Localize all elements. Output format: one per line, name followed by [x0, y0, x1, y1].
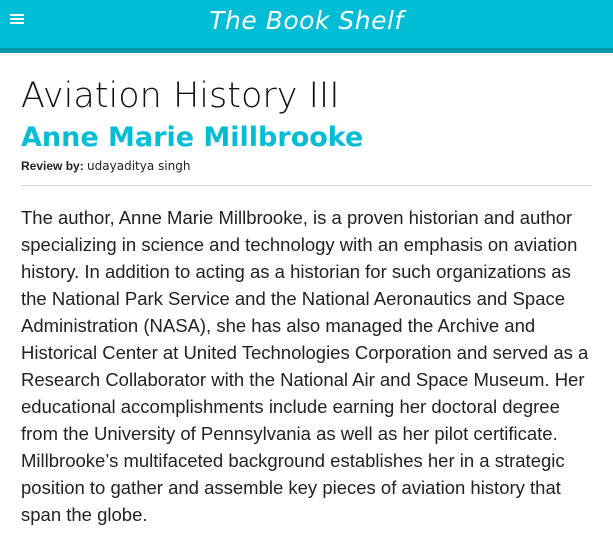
header-accent-stripe: [0, 48, 613, 53]
page: The Book Shelf Aviation History III Anne…: [0, 0, 613, 545]
app-header: The Book Shelf: [0, 0, 613, 48]
review-by-label: Review by:: [21, 159, 84, 173]
review-byline: Review by: udayaditya singh: [21, 158, 593, 174]
review-body-text: The author, Anne Marie Millbrooke, is a …: [21, 207, 589, 525]
divider: [21, 185, 592, 186]
review-article: Aviation History III Anne Marie Millbroo…: [21, 72, 593, 528]
book-title: Aviation History III: [21, 76, 340, 116]
reviewer-name: udayaditya singh: [87, 159, 191, 173]
book-author: Anne Marie Millbrooke: [21, 122, 364, 153]
app-title[interactable]: The Book Shelf: [0, 6, 613, 35]
